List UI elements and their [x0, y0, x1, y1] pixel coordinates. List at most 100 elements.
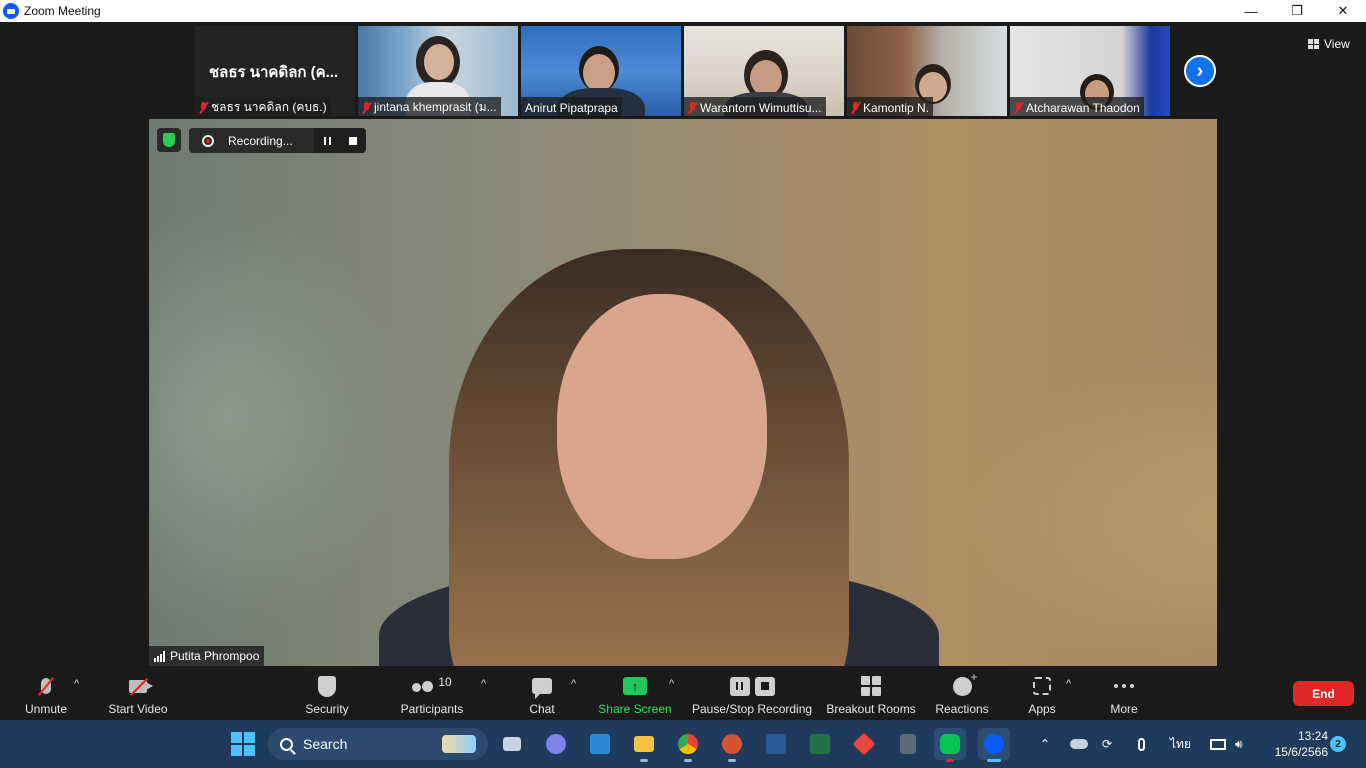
unmute-button[interactable]: Unmute — [20, 666, 72, 720]
meeting-toolbar: Unmute ^ Start Video Security 10 Partici… — [0, 666, 1366, 720]
restore-button[interactable]: ❐ — [1274, 0, 1320, 22]
language-indicator[interactable]: ไทย — [1170, 720, 1191, 768]
teams-chat-app[interactable] — [540, 728, 572, 760]
pause-icon — [323, 136, 331, 145]
participant-tile[interactable]: Atcharawan Thaodon — [1010, 26, 1170, 116]
folder-icon — [634, 736, 654, 752]
reactions-button[interactable]: Reactions — [934, 666, 990, 720]
line-app[interactable] — [934, 728, 966, 762]
clock-time: 13:24 — [1297, 729, 1328, 743]
task-view-button[interactable] — [496, 728, 528, 760]
breakout-rooms-button[interactable]: Breakout Rooms — [826, 666, 916, 720]
start-video-button[interactable]: Start Video — [106, 666, 170, 720]
breakout-rooms-label: Breakout Rooms — [826, 702, 916, 716]
store-app[interactable] — [584, 728, 616, 760]
microphone-icon — [1138, 737, 1145, 751]
pause-recording-button[interactable] — [314, 128, 340, 153]
participant-label: Kamontip N. — [847, 97, 934, 116]
excel-app[interactable] — [804, 728, 836, 760]
encryption-shield-icon[interactable] — [157, 128, 181, 152]
search-highlight-icon — [442, 735, 476, 753]
grid-view-icon — [1308, 39, 1319, 49]
chat-app-icon — [546, 734, 566, 754]
security-button[interactable]: Security — [301, 666, 353, 720]
network-tray[interactable] — [1210, 720, 1226, 768]
chrome-app[interactable] — [672, 728, 704, 762]
apps-options-caret[interactable]: ^ — [1066, 678, 1071, 690]
audio-options-caret[interactable]: ^ — [74, 678, 79, 690]
close-button[interactable]: ✕ — [1320, 0, 1366, 22]
anydesk-app[interactable] — [848, 728, 880, 760]
windows-taskbar: Search ⌃ ⟳ ไทย 🔊︎ 13:24 15/6/2566 2 — [0, 720, 1366, 768]
zoom-app[interactable] — [978, 728, 1010, 762]
chat-button[interactable]: Chat — [522, 666, 562, 720]
breakout-rooms-icon — [861, 676, 881, 696]
onedrive-tray[interactable] — [1070, 720, 1088, 768]
chevron-up-icon: ⌃ — [1040, 737, 1051, 751]
participant-tile[interactable]: Anirut Pipatprapa — [521, 26, 681, 116]
title-bar: Zoom Meeting — ❐ ✕ — [0, 0, 1366, 22]
participants-label: Participants — [400, 702, 464, 716]
start-button[interactable] — [227, 728, 259, 760]
chat-bubble-icon — [532, 678, 552, 699]
sync-icon: ⟳ — [1102, 737, 1113, 751]
file-explorer-app[interactable] — [628, 728, 660, 762]
word-app[interactable] — [760, 728, 792, 760]
apps-button[interactable]: Apps — [1022, 666, 1062, 720]
volume-tray[interactable]: 🔊︎ — [1235, 720, 1243, 768]
zoom-app-icon — [3, 3, 19, 19]
search-icon — [280, 737, 293, 751]
taskbar-search[interactable]: Search — [268, 728, 488, 760]
share-options-caret[interactable]: ^ — [669, 678, 674, 690]
zoom-icon — [984, 734, 1004, 754]
more-button[interactable]: More — [1104, 666, 1144, 720]
video-off-icon — [129, 679, 153, 693]
recording-indicator: Recording... — [189, 128, 366, 153]
speaker-name: Putita Phrompoo — [170, 649, 260, 663]
recording-label: Recording... — [228, 133, 293, 148]
stop-icon — [349, 136, 357, 145]
shield-icon — [318, 675, 336, 697]
signal-strength-icon — [154, 650, 165, 662]
chat-options-caret[interactable]: ^ — [571, 678, 576, 690]
speaker-face — [557, 294, 767, 559]
window-title: Zoom Meeting — [24, 4, 101, 18]
smiley-icon — [952, 670, 978, 696]
chrome-icon — [678, 734, 698, 754]
pause-stop-recording-label: Pause/Stop Recording — [691, 702, 813, 716]
active-speaker-video[interactable]: Recording... Putita Phrompoo — [149, 119, 1217, 666]
notification-badge[interactable]: 2 — [1330, 736, 1346, 752]
stop-icon — [754, 676, 775, 696]
share-screen-button[interactable]: ↑ Share Screen — [598, 666, 672, 720]
participant-strip: ชลธร นาคดิลก (ค... ชลธร นาคดิลก (คบธ.) j… — [195, 26, 1170, 116]
participant-name: Kamontip N. — [863, 100, 930, 115]
end-meeting-button[interactable]: End — [1293, 681, 1354, 706]
show-hidden-icons[interactable]: ⌃ — [1040, 720, 1050, 768]
anydesk-icon — [852, 732, 876, 756]
view-button[interactable]: View — [1302, 34, 1356, 54]
participant-tile[interactable]: Warantorn Wimuttisu... — [684, 26, 844, 116]
stop-recording-button[interactable] — [340, 128, 366, 153]
record-dot-icon — [202, 134, 214, 147]
word-icon — [766, 734, 786, 754]
participant-tile[interactable]: jintana khemprasit (ม... — [358, 26, 518, 116]
participant-tile-namecard[interactable]: ชลธร นาคดิลก (ค... ชลธร นาคดิลก (คบธ.) — [195, 26, 355, 116]
muted-mic-icon — [688, 101, 697, 114]
minimize-button[interactable]: — — [1228, 0, 1274, 22]
participant-name: jintana khemprasit (ม... — [374, 100, 497, 114]
participant-tile[interactable]: Kamontip N. — [847, 26, 1007, 116]
microphone-tray[interactable] — [1138, 720, 1145, 768]
muted-mic-icon — [362, 101, 371, 114]
pause-stop-recording-button[interactable]: Pause/Stop Recording — [692, 666, 812, 720]
sync-tray[interactable]: ⟳ — [1102, 720, 1112, 768]
speaker-icon: 🔊︎ — [1235, 736, 1243, 751]
powerpoint-app[interactable] — [716, 728, 748, 762]
participants-button[interactable]: 10 Participants — [399, 666, 465, 720]
recording-controls — [314, 128, 366, 153]
clock[interactable]: 13:24 15/6/2566 — [1262, 728, 1328, 760]
calculator-app[interactable] — [892, 728, 924, 760]
participants-options-caret[interactable]: ^ — [481, 678, 486, 690]
participant-label: jintana khemprasit (ม... — [358, 97, 501, 116]
namecard-name: ชลธร นาคดิลก (ค... — [209, 64, 339, 81]
next-page-button[interactable]: › — [1184, 55, 1216, 87]
